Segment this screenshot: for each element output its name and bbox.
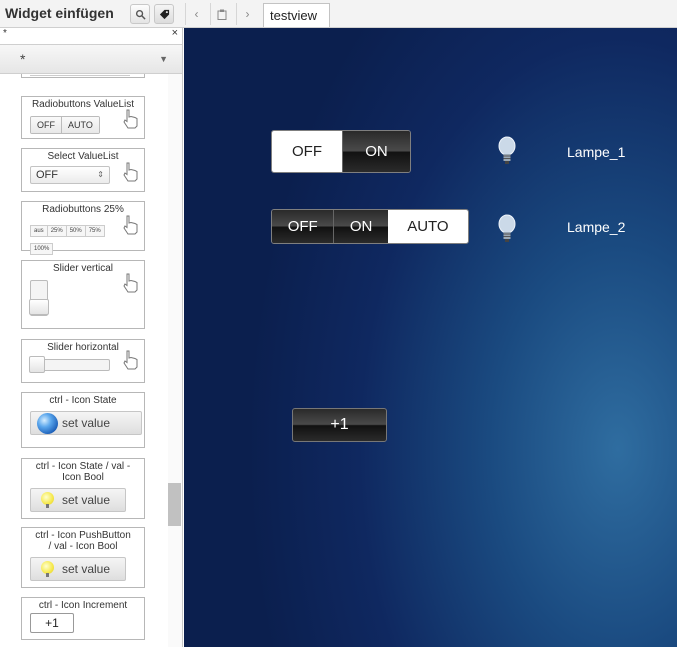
widget-radiobuttons-valuelist[interactable]: Radiobuttons ValueList OFF AUTO bbox=[21, 96, 145, 139]
lamp1-option-off[interactable]: OFF bbox=[272, 131, 342, 172]
increment-preview: +1 bbox=[30, 613, 74, 633]
preview-option: 75% bbox=[84, 225, 105, 237]
lightbulb-icon bbox=[41, 492, 54, 508]
select-preview-value: OFF bbox=[36, 169, 58, 181]
search-button[interactable] bbox=[130, 4, 150, 24]
lamp1-option-on[interactable]: ON bbox=[341, 131, 410, 172]
nav-forward-button[interactable]: › bbox=[236, 3, 258, 25]
nav-back-button[interactable]: ‹ bbox=[185, 3, 207, 25]
clipboard-icon bbox=[217, 9, 226, 20]
widget-radiobuttons-25[interactable]: Radiobuttons 25% aus 25% 50% 75% 100% bbox=[21, 201, 145, 255]
increment-button[interactable]: +1 bbox=[292, 408, 387, 442]
lamp2-label: Lampe_2 bbox=[567, 219, 626, 235]
widget-title: ctrl - Icon State / val - Icon Bool bbox=[22, 461, 144, 483]
preview-option: AUTO bbox=[62, 117, 99, 133]
hand-pointer-icon bbox=[123, 215, 138, 235]
hand-pointer-icon bbox=[123, 162, 138, 182]
updown-icon: ⇕ bbox=[97, 170, 104, 179]
panel-title: Widget einfügen bbox=[5, 5, 114, 21]
widget-set-value: * bbox=[20, 51, 26, 67]
preview-button-label: set value bbox=[62, 416, 111, 430]
widget-sidebar: * × * ▼ Radiobuttons ValueList OFF AUTO … bbox=[0, 28, 183, 647]
widget-ctrl-icon-state[interactable]: ctrl - Icon State set value bbox=[21, 392, 145, 448]
clear-filter-button[interactable]: × bbox=[172, 28, 178, 39]
tag-button[interactable] bbox=[154, 4, 174, 24]
chevron-down-icon: ▼ bbox=[159, 54, 168, 64]
widget-set-select[interactable]: * ▼ bbox=[0, 44, 182, 74]
tag-icon bbox=[159, 9, 169, 19]
ctrl-pushbutton-preview: set value bbox=[30, 557, 126, 581]
radiobuttons-preview: OFF AUTO bbox=[30, 116, 100, 134]
widget-title: ctrl - Icon Increment bbox=[38, 600, 128, 611]
hand-pointer-icon bbox=[123, 109, 138, 129]
top-toolbar: Widget einfügen ‹ › testview bbox=[0, 0, 677, 28]
lamp2-radiobuttons[interactable]: OFF ON AUTO bbox=[271, 209, 469, 244]
search-icon bbox=[135, 9, 146, 20]
select-preview: OFF ⇕ bbox=[30, 166, 110, 184]
widget-title-line: / val - Icon Bool bbox=[48, 541, 118, 552]
sidebar-scrollbar[interactable] bbox=[168, 74, 182, 647]
widget-slider-horizontal[interactable]: Slider horizontal bbox=[21, 339, 145, 383]
view-canvas[interactable]: OFF ON Lampe_1 OFF ON AUTO Lampe_2 +1 bbox=[184, 28, 677, 647]
widget-title: Radiobuttons 25% bbox=[42, 204, 124, 215]
lightbulb-icon bbox=[41, 561, 54, 577]
ctrl-icon-state-preview: set value bbox=[30, 411, 142, 435]
lightbulb-icon bbox=[498, 214, 516, 242]
chevron-right-icon: › bbox=[245, 7, 250, 21]
tab-testview[interactable]: testview bbox=[263, 3, 330, 27]
widget-card-partial[interactable] bbox=[21, 74, 145, 78]
globe-icon bbox=[37, 413, 58, 434]
hand-pointer-icon bbox=[123, 273, 138, 293]
preview-button-label: set value bbox=[62, 562, 111, 576]
widget-select-valuelist[interactable]: Select ValueList OFF ⇕ bbox=[21, 148, 145, 192]
lamp2-option-off[interactable]: OFF bbox=[272, 210, 334, 243]
preview-option: aus bbox=[30, 225, 48, 237]
filter-text[interactable]: * bbox=[3, 28, 7, 39]
slider-vertical-handle bbox=[29, 299, 49, 315]
preview-option: 100% bbox=[30, 243, 54, 255]
radiobuttons-25-preview: aus 25% 50% 75% 100% bbox=[30, 219, 134, 255]
lamp2-option-on[interactable]: ON bbox=[333, 210, 388, 243]
widget-title: ctrl - Icon State bbox=[49, 395, 117, 406]
preview-option: OFF bbox=[31, 117, 62, 133]
chevron-left-icon: ‹ bbox=[194, 7, 199, 21]
widget-title: ctrl - Icon PushButton / val - Icon Bool bbox=[22, 530, 144, 552]
widget-title-line: ctrl - Icon PushButton bbox=[35, 530, 131, 541]
widget-ctrl-icon-increment[interactable]: ctrl - Icon Increment +1 bbox=[21, 597, 145, 640]
hand-pointer-icon bbox=[123, 350, 138, 370]
preview-button-label: set value bbox=[62, 493, 111, 507]
lamp1-label: Lampe_1 bbox=[567, 144, 626, 160]
preview-option: 25% bbox=[46, 225, 67, 237]
lamp1-radiobuttons[interactable]: OFF ON bbox=[271, 130, 411, 173]
slider-horizontal-handle bbox=[29, 356, 45, 373]
ctrl-icon-bool-preview: set value bbox=[30, 488, 126, 512]
widget-ctrl-icon-pushbutton[interactable]: ctrl - Icon PushButton / val - Icon Bool… bbox=[21, 527, 145, 588]
lightbulb-icon bbox=[498, 136, 516, 164]
preview-option: 50% bbox=[65, 225, 86, 237]
widget-title-line: Icon Bool bbox=[62, 472, 104, 483]
widget-ctrl-icon-state-bool[interactable]: ctrl - Icon State / val - Icon Bool set … bbox=[21, 458, 145, 519]
widget-slider-vertical[interactable]: Slider vertical bbox=[21, 260, 145, 329]
filter-row: * × bbox=[0, 28, 182, 42]
clipboard-button[interactable] bbox=[210, 3, 232, 25]
sidebar-scroll-thumb[interactable] bbox=[168, 483, 181, 526]
widget-title-line: ctrl - Icon State / val - bbox=[35, 461, 131, 472]
lamp2-option-auto[interactable]: AUTO bbox=[387, 210, 468, 243]
widget-title: Select ValueList bbox=[47, 151, 119, 162]
